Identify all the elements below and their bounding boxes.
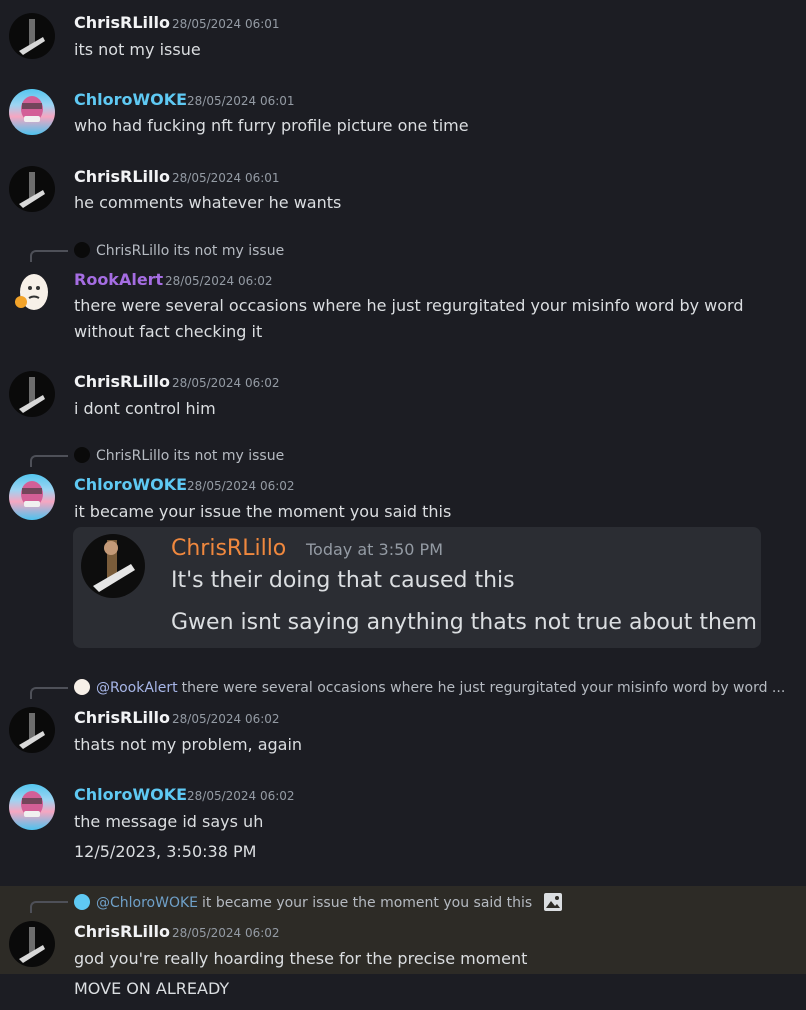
embed-timestamp: Today at 3:50 PM xyxy=(306,540,443,559)
avatar[interactable] xyxy=(9,784,55,830)
reply-author[interactable]: ChrisRLillo xyxy=(96,243,169,259)
embed-avatar xyxy=(81,534,145,598)
reply-spine xyxy=(30,250,68,262)
timestamp: 28/05/2024 06:02 xyxy=(172,712,280,726)
reply-preview[interactable]: @RookAlert there were several occasions w… xyxy=(74,679,785,697)
avatar-mini xyxy=(74,447,90,463)
message-text: its not my issue xyxy=(74,40,201,59)
reply-text: there were several occasions where he ju… xyxy=(181,680,786,696)
reply-spine xyxy=(30,687,68,699)
message-text: i dont control him xyxy=(74,399,216,418)
avatar[interactable] xyxy=(9,268,55,314)
message-text: without fact checking it xyxy=(74,322,263,341)
message-text: MOVE ON ALREADY xyxy=(74,979,230,998)
reply-preview[interactable]: ChrisRLillo its not my issue xyxy=(74,447,284,465)
avatar-mini xyxy=(74,894,90,910)
author-name[interactable]: ChrisRLillo xyxy=(74,372,170,392)
message-text: it became your issue the moment you said… xyxy=(74,502,452,521)
avatar[interactable] xyxy=(9,89,55,135)
timestamp: 28/05/2024 06:02 xyxy=(187,479,295,493)
author-name[interactable]: ChloroWOKE xyxy=(74,475,187,495)
embed-text: Gwen isnt saying anything thats not true… xyxy=(171,610,757,635)
timestamp: 28/05/2024 06:01 xyxy=(172,171,280,185)
reply-spine xyxy=(30,455,68,467)
reply-text: its not my issue xyxy=(173,448,285,464)
message-text: who had fucking nft furry profile pictur… xyxy=(74,116,469,135)
reply-preview[interactable]: @ChloroWOKE it became your issue the mome… xyxy=(74,892,563,912)
timestamp: 28/05/2024 06:01 xyxy=(172,17,280,31)
embedded-image[interactable]: ChrisRLillo Today at 3:50 PM It's their … xyxy=(73,527,761,648)
reply-text: it became your issue the moment you said… xyxy=(202,895,533,911)
embed-author: ChrisRLillo xyxy=(171,536,287,561)
reply-text: its not my issue xyxy=(173,243,285,259)
avatar[interactable] xyxy=(9,921,55,967)
author-name[interactable]: ChrisRLillo xyxy=(74,167,170,187)
message-text: the message id says uh xyxy=(74,812,264,831)
message-text: 12/5/2023, 3:50:38 PM xyxy=(74,842,257,861)
author-name[interactable]: ChloroWOKE xyxy=(74,785,187,805)
message-text: god you're really hoarding these for the… xyxy=(74,949,528,968)
reply-author[interactable]: @ChloroWOKE xyxy=(96,895,198,911)
timestamp: 28/05/2024 06:02 xyxy=(165,274,273,288)
timestamp: 28/05/2024 06:02 xyxy=(187,789,295,803)
timestamp: 28/05/2024 06:02 xyxy=(172,926,280,940)
avatar[interactable] xyxy=(9,166,55,212)
timestamp: 28/05/2024 06:02 xyxy=(172,376,280,390)
embed-text: It's their doing that caused this xyxy=(171,568,515,593)
reply-preview[interactable]: ChrisRLillo its not my issue xyxy=(74,242,284,260)
avatar-mini xyxy=(74,242,90,258)
avatar[interactable] xyxy=(9,13,55,59)
reply-author[interactable]: @RookAlert xyxy=(96,680,178,696)
reply-spine xyxy=(30,901,68,913)
avatar[interactable] xyxy=(9,474,55,520)
avatar[interactable] xyxy=(9,371,55,417)
message-text: there were several occasions where he ju… xyxy=(74,296,744,315)
timestamp: 28/05/2024 06:01 xyxy=(187,94,295,108)
author-name[interactable]: ChrisRLillo xyxy=(74,708,170,728)
author-name[interactable]: ChloroWOKE xyxy=(74,90,187,110)
reply-author[interactable]: ChrisRLillo xyxy=(96,448,169,464)
message-text: he comments whatever he wants xyxy=(74,193,342,212)
author-name[interactable]: ChrisRLillo xyxy=(74,13,170,33)
avatar[interactable] xyxy=(9,707,55,753)
avatar-mini xyxy=(74,679,90,695)
author-name[interactable]: RookAlert xyxy=(74,270,163,290)
message-text: thats not my problem, again xyxy=(74,735,303,754)
image-icon xyxy=(543,892,563,912)
author-name[interactable]: ChrisRLillo xyxy=(74,922,170,942)
